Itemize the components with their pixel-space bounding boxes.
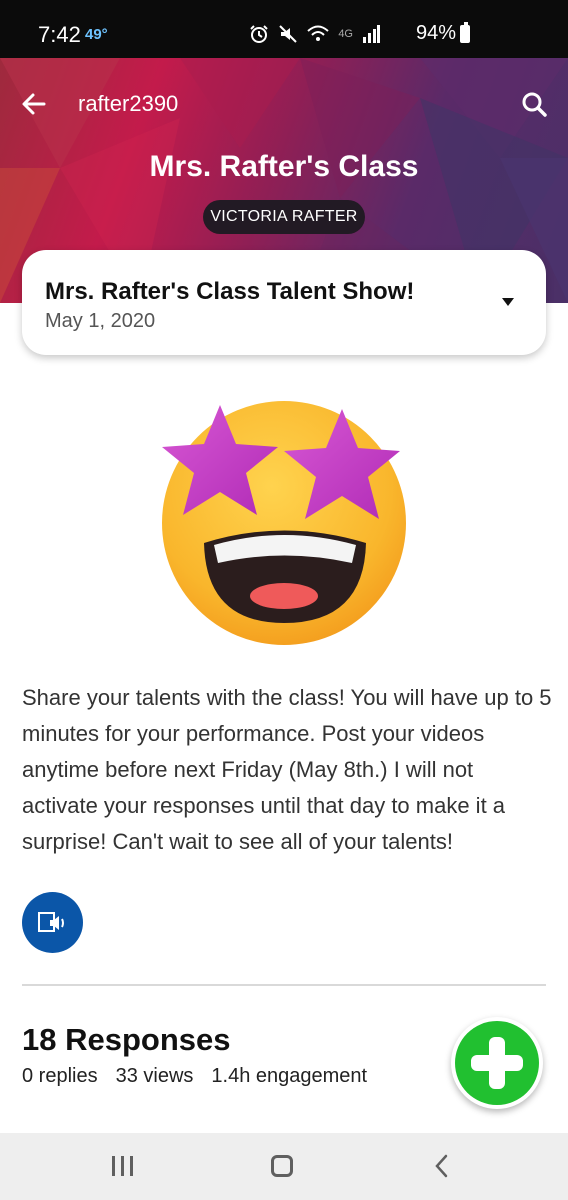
arrow-left-icon (22, 93, 46, 115)
chevron-left-icon (435, 1154, 448, 1178)
star-struck-emoji (162, 401, 406, 645)
topic-title: Mrs. Rafter's Class Talent Show! (45, 278, 415, 305)
alarm-icon (250, 25, 269, 43)
engagement-time: 1.4h engagement (211, 1065, 368, 1087)
replies-count: 0 replies (22, 1065, 98, 1087)
signal-icon (363, 25, 380, 43)
divider (22, 984, 546, 986)
battery-icon (460, 22, 470, 43)
status-icons: 4G (249, 22, 380, 46)
network-type: 4G (338, 28, 353, 40)
recents-button[interactable] (112, 1156, 136, 1176)
immersive-reader-button[interactable] (22, 892, 83, 953)
battery-percent: 94% (415, 22, 456, 44)
response-stats: 0 replies 33 views 1.4h engagement (22, 1065, 367, 1088)
android-nav-bar (0, 1133, 568, 1200)
status-bar: 7:42 49° 4G 94% (0, 0, 568, 58)
header-username: rafter2390 (78, 91, 179, 116)
plus-icon (455, 1021, 539, 1105)
responses-count: 18 Responses (22, 1022, 231, 1057)
class-title: Mrs. Rafter's Class (149, 150, 419, 183)
views-count: 33 views (115, 1065, 194, 1087)
status-temperature: 49° (85, 26, 108, 43)
emoji-tongue (250, 583, 318, 609)
topic-selector-card[interactable]: Mrs. Rafter's Class Talent Show! May 1, … (22, 250, 546, 355)
nav-back-button[interactable] (432, 1153, 452, 1179)
caret-down-icon[interactable] (502, 298, 514, 306)
add-response-button[interactable] (451, 1017, 543, 1109)
topic-date: May 1, 2020 (45, 310, 156, 332)
home-button[interactable] (271, 1155, 293, 1177)
immersive-reader-icon (38, 912, 64, 932)
prompt-description: Share your talents with the class! You w… (22, 685, 552, 854)
search-icon (522, 92, 547, 117)
teacher-badge: VICTORIA RAFTER (203, 200, 365, 234)
wifi-icon (307, 25, 329, 41)
mute-icon (279, 25, 298, 43)
search-button[interactable] (520, 90, 548, 118)
back-button[interactable] (20, 90, 48, 118)
status-time: 7:42 (38, 22, 81, 47)
